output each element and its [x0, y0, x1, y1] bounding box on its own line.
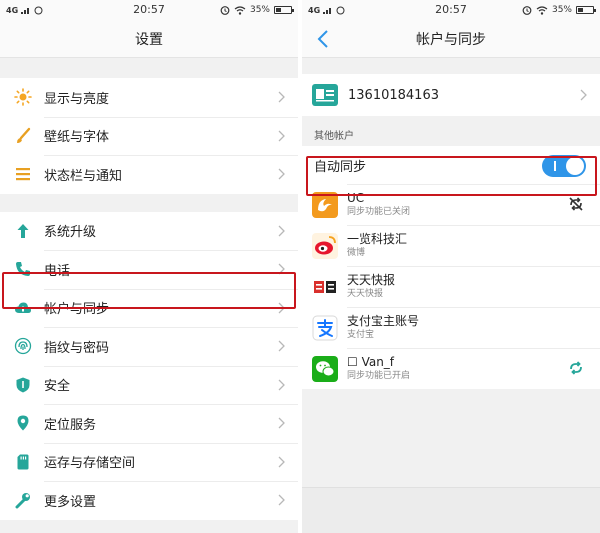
account-status: 天天快报: [347, 289, 384, 299]
settings-item-label: 安全: [44, 379, 71, 395]
settings-group-display: 显示与亮度 壁纸与字体 状态栏与通知: [0, 78, 298, 194]
chevron-right-icon: [278, 494, 285, 506]
fingerprint-icon: [14, 337, 32, 355]
weibo-logo-icon: [312, 232, 338, 259]
status-bar: 4G 20:57 35%: [0, 0, 298, 20]
kuaibao-logo-icon: [312, 273, 338, 300]
arrow-up-icon: [14, 222, 32, 240]
chevron-right-icon: [278, 417, 285, 429]
account-status: 支付宝: [347, 330, 375, 340]
settings-item-phone[interactable]: 电话: [0, 250, 298, 289]
shield-icon: [14, 376, 32, 394]
settings-item-statusbar[interactable]: 状态栏与通知: [0, 155, 298, 194]
toggle-knob: [566, 157, 584, 175]
account-item-alipay[interactable]: 支付宝主账号 支付宝: [302, 307, 600, 348]
settings-item-label: 壁纸与字体: [44, 130, 110, 146]
auto-sync-toggle[interactable]: [542, 155, 586, 177]
chevron-right-icon: [278, 263, 285, 275]
settings-item-system-update[interactable]: 系统升级: [0, 212, 298, 251]
page-title: 帐户与同步: [416, 31, 486, 48]
account-name: UC: [347, 191, 365, 205]
settings-item-storage[interactable]: 运存与存储空间: [0, 442, 298, 482]
chevron-right-icon: [278, 168, 285, 180]
account-item-wechat[interactable]: ☐ Van_f 同步功能已开启: [302, 348, 600, 389]
settings-item-label: 运存与存储空间: [44, 456, 136, 472]
settings-item-label: 电话: [44, 263, 71, 279]
settings-item-label: 更多设置: [44, 494, 97, 510]
account-name: 支付宝主账号: [347, 314, 420, 328]
chevron-right-icon: [278, 302, 285, 313]
wechat-logo-icon: [312, 355, 338, 382]
settings-item-label: 帐户与同步: [44, 302, 110, 318]
settings-item-fingerprint[interactable]: 指纹与密码: [0, 327, 298, 366]
account-name: 天天快报: [347, 273, 396, 287]
brightness-icon: [14, 88, 32, 107]
bottom-area: [302, 487, 600, 533]
cloud-icon: [14, 299, 32, 317]
chevron-right-icon: [278, 379, 285, 390]
page-title: 设置: [135, 31, 163, 48]
auto-sync-row: 自动同步: [302, 146, 600, 184]
settings-item-wallpaper[interactable]: 壁纸与字体: [0, 116, 298, 156]
auto-sync-label: 自动同步: [314, 159, 367, 175]
battery-icon: [274, 6, 294, 14]
sync-on-icon[interactable]: [568, 360, 584, 376]
settings-item-label: 状态栏与通知: [44, 168, 123, 184]
brush-icon: [14, 127, 32, 145]
account-status: 微博: [347, 248, 366, 258]
wrench-icon: [14, 491, 32, 509]
settings-item-accounts-sync[interactable]: 帐户与同步: [0, 288, 298, 328]
chevron-right-icon: [278, 456, 285, 467]
settings-screen: 4G 20:57 35% 设置 显示与亮度 壁纸与字体 状态栏与通知 系统升级 …: [0, 0, 298, 533]
status-bar: 4G 20:57 35%: [302, 0, 600, 20]
settings-item-more[interactable]: 更多设置: [0, 481, 298, 520]
settings-item-label: 显示与亮度: [44, 91, 110, 107]
storage-icon: [14, 453, 32, 471]
settings-item-label: 指纹与密码: [44, 340, 110, 356]
list-icon: [14, 165, 32, 183]
account-name: 一览科技汇: [347, 232, 408, 246]
main-account-row[interactable]: 13610184163: [302, 74, 600, 116]
settings-item-security[interactable]: 安全: [0, 365, 298, 405]
chevron-right-icon: [580, 89, 587, 101]
status-time: 20:57: [435, 3, 467, 16]
location-pin-icon: [14, 414, 32, 432]
account-number: 13610184163: [348, 87, 439, 103]
settings-item-label: 系统升级: [44, 225, 97, 241]
chevron-right-icon: [278, 225, 285, 236]
alipay-logo-icon: [312, 314, 338, 341]
page-title-bar: 帐户与同步: [302, 20, 600, 58]
chevron-right-icon: [278, 91, 285, 103]
account-item-kuaibao[interactable]: 天天快报 天天快报: [302, 266, 600, 307]
chevron-right-icon: [278, 130, 285, 141]
page-title-bar: 设置: [0, 20, 298, 58]
phone-icon: [14, 260, 32, 278]
account-name: ☐ Van_f: [347, 355, 395, 369]
account-item-uc[interactable]: UC 同步功能已关闭: [302, 184, 600, 225]
settings-item-location[interactable]: 定位服务: [0, 404, 298, 443]
toggle-on-mark: [554, 161, 556, 171]
contact-card-icon: [312, 84, 338, 106]
account-status: 同步功能已关闭: [347, 207, 411, 217]
status-time: 20:57: [133, 3, 165, 16]
settings-item-display[interactable]: 显示与亮度: [0, 78, 298, 117]
accounts-sync-screen: 4G 20:57 35% 帐户与同步 13610184163 其他帐户 自动同步: [302, 0, 600, 533]
account-status: 同步功能已开启: [347, 371, 411, 381]
uc-logo-icon: [312, 191, 338, 218]
settings-group-system: 系统升级 电话 帐户与同步 指纹与密码 安全 定位服务 运存与存储空间 更多设置: [0, 211, 298, 520]
chevron-right-icon: [278, 340, 285, 352]
settings-item-label: 定位服务: [44, 417, 97, 433]
section-label-other-accounts: 其他帐户: [314, 131, 354, 142]
battery-icon: [576, 6, 596, 14]
account-item-weibo[interactable]: 一览科技汇 微博: [302, 225, 600, 266]
back-arrow-icon[interactable]: [316, 29, 330, 49]
sync-off-icon[interactable]: [568, 196, 584, 212]
